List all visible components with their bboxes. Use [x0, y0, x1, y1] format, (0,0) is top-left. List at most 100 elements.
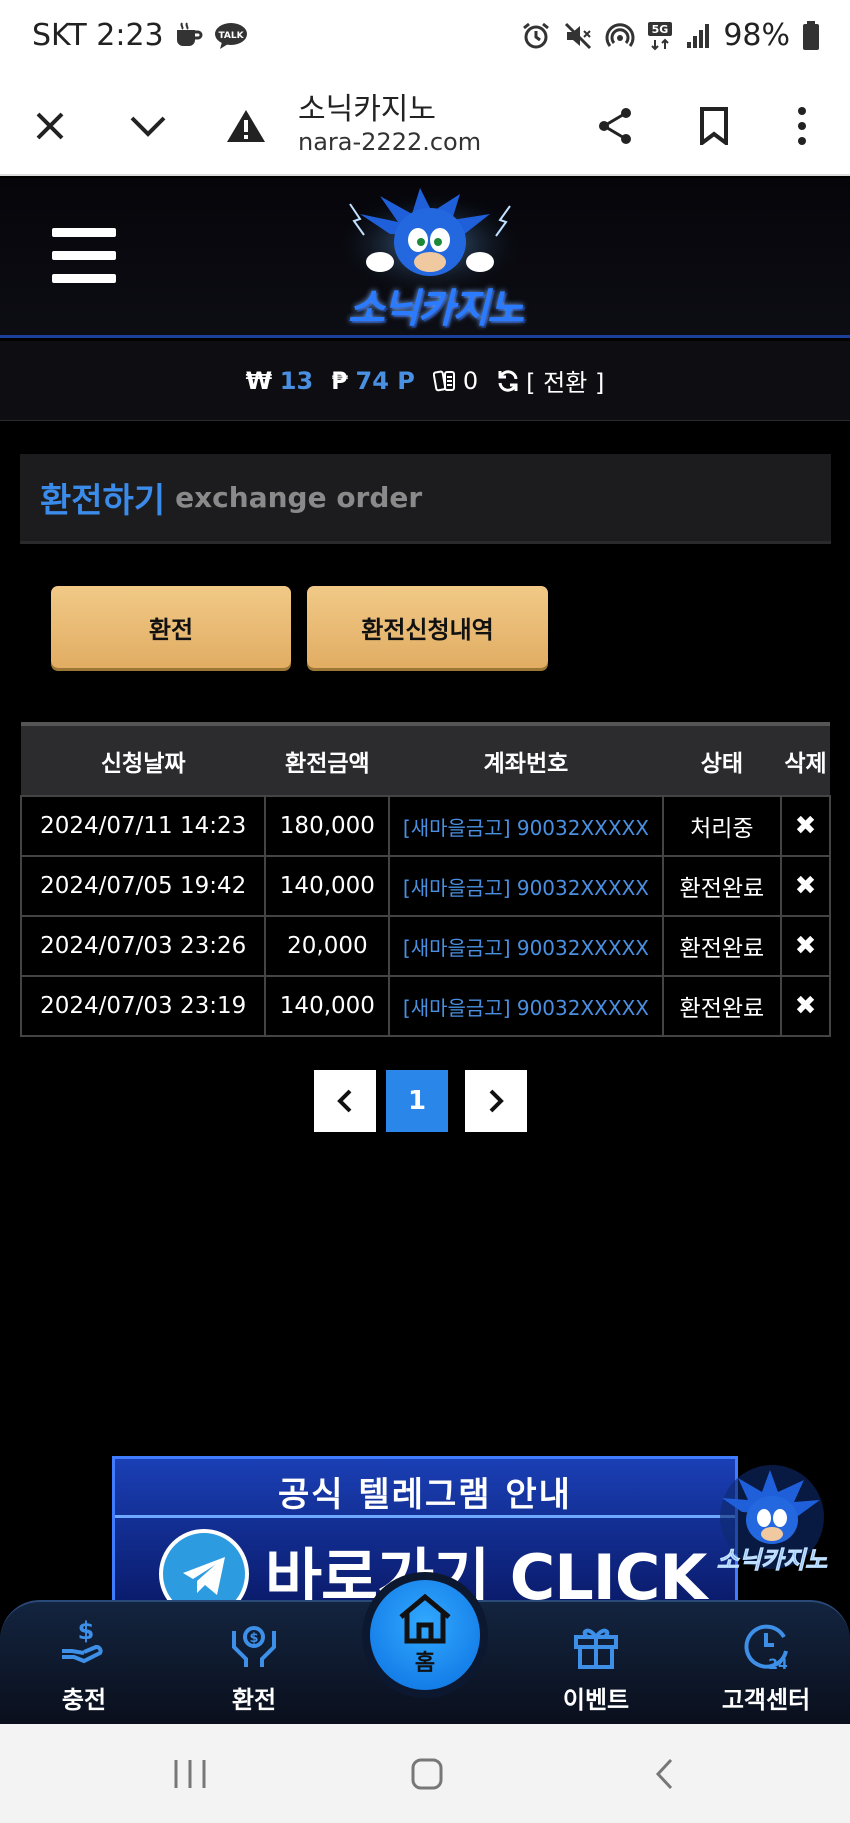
delete-button[interactable]: ✖	[780, 795, 831, 857]
warning-icon	[227, 110, 265, 142]
bookmark-button[interactable]	[684, 96, 744, 156]
nav-home-label: 홈	[414, 1651, 436, 1676]
talk-badge: TALK	[218, 31, 244, 41]
col-header-date: 신청날짜	[21, 722, 266, 796]
point-value: 74 P	[355, 366, 415, 395]
recent-apps-icon	[174, 1760, 206, 1788]
network-label: 5G	[652, 23, 669, 36]
banner-bottom-text: 바로가기 CLICK	[265, 1541, 707, 1606]
battery-percent: 98%	[723, 18, 790, 53]
won-balance: ₩ 13	[246, 367, 314, 395]
menu-icon-bar	[52, 251, 116, 260]
close-icon	[36, 112, 64, 140]
chip-balance: 0	[432, 366, 479, 395]
col-header-status: 상태	[662, 722, 782, 796]
nav-support[interactable]: 24 고객센터	[706, 1610, 826, 1715]
point-icon: ₱	[331, 366, 348, 395]
convert-button[interactable]: [ 전환 ]	[496, 363, 604, 398]
cell-account: [새마을금고] 90032XXXXX	[388, 855, 664, 917]
minimize-tab-button[interactable]	[118, 96, 178, 156]
telegram-icon	[159, 1529, 249, 1603]
menu-button[interactable]	[52, 228, 116, 284]
col-header-delete: 삭제	[781, 722, 830, 796]
cell-amount: 20,000	[264, 915, 391, 977]
nav-exchange-label: 환전	[231, 1686, 277, 1714]
convert-label: [ 전환 ]	[526, 369, 605, 397]
table-row: 2024/07/03 23:26 20,000 [새마을금고] 90032XXX…	[19, 915, 831, 977]
nav-event[interactable]: 이벤트	[536, 1610, 656, 1715]
carrier-time: SKT 2:23	[32, 18, 164, 53]
cell-amount: 180,000	[264, 795, 391, 857]
nav-deposit[interactable]: $ 충전	[24, 1610, 144, 1715]
coffee-icon	[174, 21, 204, 50]
status-bar: SKT 2:23 TALK 5G 98%	[0, 0, 850, 76]
section-title: 환전하기 exchange order	[20, 454, 831, 544]
delete-button[interactable]: ✖	[780, 915, 831, 977]
cell-date: 2024/07/05 19:42	[19, 855, 267, 917]
nav-home[interactable]: 홈	[362, 1572, 488, 1698]
cell-date: 2024/07/03 23:26	[19, 915, 267, 977]
home-icon	[399, 1593, 451, 1644]
hotspot-icon	[605, 21, 635, 51]
page-title[interactable]: 소닉카지노	[298, 84, 436, 128]
cell-status: 환전완료	[661, 915, 783, 977]
cell-amount: 140,000	[264, 855, 391, 917]
nav-event-label: 이벤트	[562, 1686, 630, 1714]
deposit-icon: $	[24, 1610, 144, 1680]
status-left: SKT 2:23 TALK	[32, 18, 248, 53]
close-tab-button[interactable]	[20, 96, 80, 156]
battery-icon	[802, 20, 820, 51]
table-row: 2024/07/05 19:42 140,000 [새마을금고] 90032XX…	[19, 855, 831, 917]
balance-bar: ₩ 13 ₱ 74 P 0 [ 전환 ]	[0, 341, 850, 421]
home-system-button[interactable]	[402, 1752, 452, 1796]
more-vert-icon	[798, 107, 806, 145]
security-warning-button[interactable]	[216, 96, 276, 156]
site-logo[interactable]: 소닉카지노	[320, 184, 540, 332]
signal-icon	[685, 22, 711, 50]
cell-account: [새마을금고] 90032XXXXX	[388, 915, 664, 977]
browser-toolbar: 소닉카지노 nara-2222.com	[0, 76, 850, 176]
share-button[interactable]	[586, 96, 646, 156]
chevron-right-icon	[489, 1089, 504, 1113]
url-text[interactable]: nara-2222.com	[298, 128, 481, 156]
next-page-button[interactable]	[465, 1070, 527, 1132]
status-right: 5G 98%	[521, 18, 820, 53]
android-nav-bar	[0, 1724, 850, 1823]
cell-status: 환전완료	[661, 975, 783, 1037]
banner-top-text: 공식 텔레그램 안내	[278, 1475, 572, 1515]
back-icon	[655, 1758, 673, 1790]
badge-text: 소닉카지노	[717, 1546, 828, 1574]
exchange-hand-icon: $	[194, 1610, 314, 1680]
banner-divider	[115, 1515, 735, 1518]
table-row: 2024/07/03 23:19 140,000 [새마을금고] 90032XX…	[19, 975, 831, 1037]
table-header-row: 신청날짜 환전금액 계좌번호 상태 삭제	[21, 722, 830, 796]
prev-page-button[interactable]	[314, 1070, 376, 1132]
delete-button[interactable]: ✖	[780, 975, 831, 1037]
back-button[interactable]	[640, 1752, 690, 1796]
nav-exchange[interactable]: $ 환전	[194, 1610, 314, 1715]
chevron-left-icon	[337, 1089, 352, 1113]
site-header: 소닉카지노	[0, 178, 850, 338]
exchange-button[interactable]: 환전	[51, 586, 291, 668]
sonic-mascot-icon: 소닉카지노	[716, 1465, 829, 1574]
chip-icon	[432, 370, 455, 391]
more-menu-button[interactable]	[772, 96, 832, 156]
delete-button[interactable]: ✖	[780, 855, 831, 917]
exchange-history-button[interactable]: 환전신청내역	[307, 586, 548, 668]
refresh-icon	[498, 369, 518, 392]
page-1-button[interactable]: 1	[386, 1070, 448, 1132]
won-icon: ₩	[245, 366, 273, 395]
menu-icon-bar	[52, 274, 116, 283]
mute-icon	[563, 21, 593, 51]
nav-support-label: 고객센터	[721, 1686, 811, 1714]
cell-date: 2024/07/11 14:23	[19, 795, 267, 857]
cell-amount: 140,000	[264, 975, 391, 1037]
cell-status: 처리중	[661, 795, 783, 857]
support-24h-icon: 24	[706, 1610, 826, 1680]
gift-icon	[536, 1610, 656, 1680]
recent-apps-button[interactable]	[165, 1752, 215, 1796]
chip-value: 0	[462, 366, 479, 395]
5g-icon: 5G	[647, 21, 673, 51]
sonic-badge[interactable]: 소닉카지노	[712, 1462, 832, 1580]
cell-account: [새마을금고] 90032XXXXX	[388, 795, 664, 857]
